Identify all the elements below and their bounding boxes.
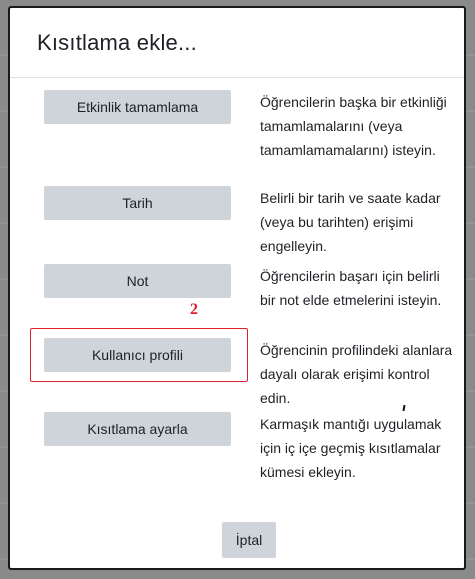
activity-completion-description: Öğrencilerin başka bir etkinliği tamamla…: [260, 94, 447, 158]
restriction-set-description: Karmaşık mantığı uygulamak için iç içe g…: [260, 416, 442, 480]
activity-completion-button[interactable]: Etkinlik tamamlama: [44, 90, 231, 124]
date-button[interactable]: Tarih: [44, 186, 231, 220]
cancel-button[interactable]: İptal: [222, 522, 276, 558]
dialog-header: Kısıtlama ekle...: [10, 8, 464, 78]
annotation-highlight-box: [30, 328, 248, 382]
annotation-number: 2: [190, 301, 198, 318]
add-restriction-dialog: Kısıtlama ekle... Etkinlik tamamlama Öğr…: [8, 6, 466, 570]
user-profile-description: Öğrencinin profilindeki alanlara dayalı …: [260, 342, 453, 406]
restriction-set-button[interactable]: Kısıtlama ayarla: [44, 412, 231, 446]
grade-button[interactable]: Not: [44, 264, 231, 298]
date-description: Belirli bir tarih ve saate kadar (veya b…: [260, 190, 441, 254]
dialog-title: Kısıtlama ekle...: [37, 29, 197, 55]
grade-description: Öğrencilerin başarı için belirli bir not…: [260, 268, 442, 308]
